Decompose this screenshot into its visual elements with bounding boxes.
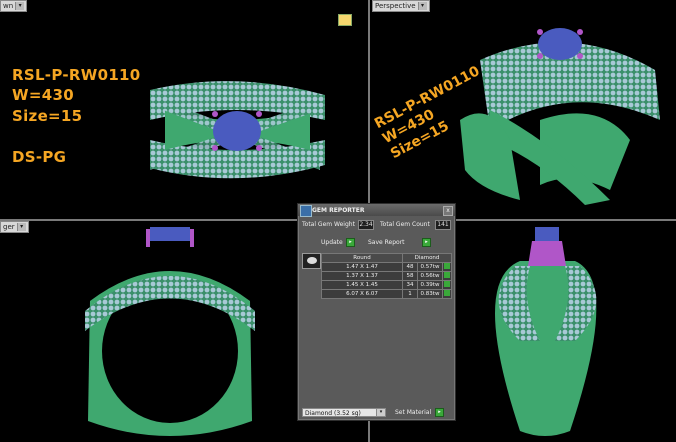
total-gem-weight-label: Total Gem Weight bbox=[302, 221, 355, 228]
gem-thumbnail bbox=[302, 253, 321, 269]
cell-count: 34 bbox=[402, 280, 418, 290]
select-row-button[interactable] bbox=[442, 262, 452, 272]
update-button[interactable]: ▸ bbox=[346, 238, 355, 247]
cell-size: 1.47 X 1.47 bbox=[321, 262, 403, 272]
header-material: Diamond bbox=[402, 253, 452, 263]
cell-count: 1 bbox=[402, 289, 418, 299]
arrow-right-icon bbox=[444, 281, 450, 287]
gem-table: Round Diamond 1.47 X 1.47 48 0.57tw 1.37… bbox=[321, 253, 452, 299]
save-report-label: Save Report bbox=[368, 239, 405, 246]
select-row-button[interactable] bbox=[442, 289, 452, 299]
total-gem-weight-value: 2.34 bbox=[358, 220, 374, 230]
cell-count: 58 bbox=[402, 271, 418, 281]
arrow-right-icon bbox=[444, 263, 450, 269]
material-select[interactable]: Diamond (3.52 sg) ▾ bbox=[302, 408, 386, 417]
arrow-right-icon bbox=[444, 290, 450, 296]
gem-reporter-titlebar[interactable]: GEM REPORTER x bbox=[298, 204, 455, 217]
set-material-button[interactable]: ▸ bbox=[435, 408, 444, 417]
table-row: 1.37 X 1.37 58 0.56tw bbox=[321, 271, 452, 281]
table-row: 6.07 X 6.07 1 0.83tw bbox=[321, 289, 452, 299]
cell-size: 1.37 X 1.37 bbox=[321, 271, 403, 281]
cell-size: 6.07 X 6.07 bbox=[321, 289, 403, 299]
cell-count: 48 bbox=[402, 262, 418, 272]
header-shape: Round bbox=[321, 253, 403, 263]
save-report-button[interactable]: ▸ bbox=[422, 238, 431, 247]
ring-render-top bbox=[150, 81, 325, 179]
cell-weight: 0.57tw bbox=[417, 262, 443, 272]
cell-weight: 0.56tw bbox=[417, 271, 443, 281]
gem-shape-icon bbox=[306, 257, 317, 264]
table-row: 1.47 X 1.47 48 0.57tw bbox=[321, 262, 452, 272]
set-material-label: Set Material bbox=[395, 409, 432, 416]
close-icon[interactable]: x bbox=[443, 206, 453, 216]
viewport-top[interactable]: wn ▾ RSL-P-RW0110 W=430 Size=15 DS-PG bbox=[0, 0, 368, 219]
gem-reporter-title: GEM REPORTER bbox=[312, 206, 365, 214]
select-row-button[interactable] bbox=[442, 271, 452, 281]
total-gem-count-label: Total Gem Count bbox=[380, 221, 430, 228]
total-gem-count-value: 141 bbox=[435, 220, 451, 230]
select-row-button[interactable] bbox=[442, 280, 452, 290]
chevron-down-icon[interactable]: ▾ bbox=[376, 409, 385, 416]
update-label: Update bbox=[321, 239, 343, 246]
cell-size: 1.45 X 1.45 bbox=[321, 280, 403, 290]
gem-reporter-panel: GEM REPORTER x Total Gem Weight 2.34 Tot… bbox=[297, 203, 456, 421]
cell-weight: 0.83tw bbox=[417, 289, 443, 299]
cell-weight: 0.39tw bbox=[417, 280, 443, 290]
gem-reporter-app-icon bbox=[300, 205, 312, 217]
arrow-right-icon bbox=[444, 272, 450, 278]
table-row: 1.45 X 1.45 34 0.39tw bbox=[321, 280, 452, 290]
